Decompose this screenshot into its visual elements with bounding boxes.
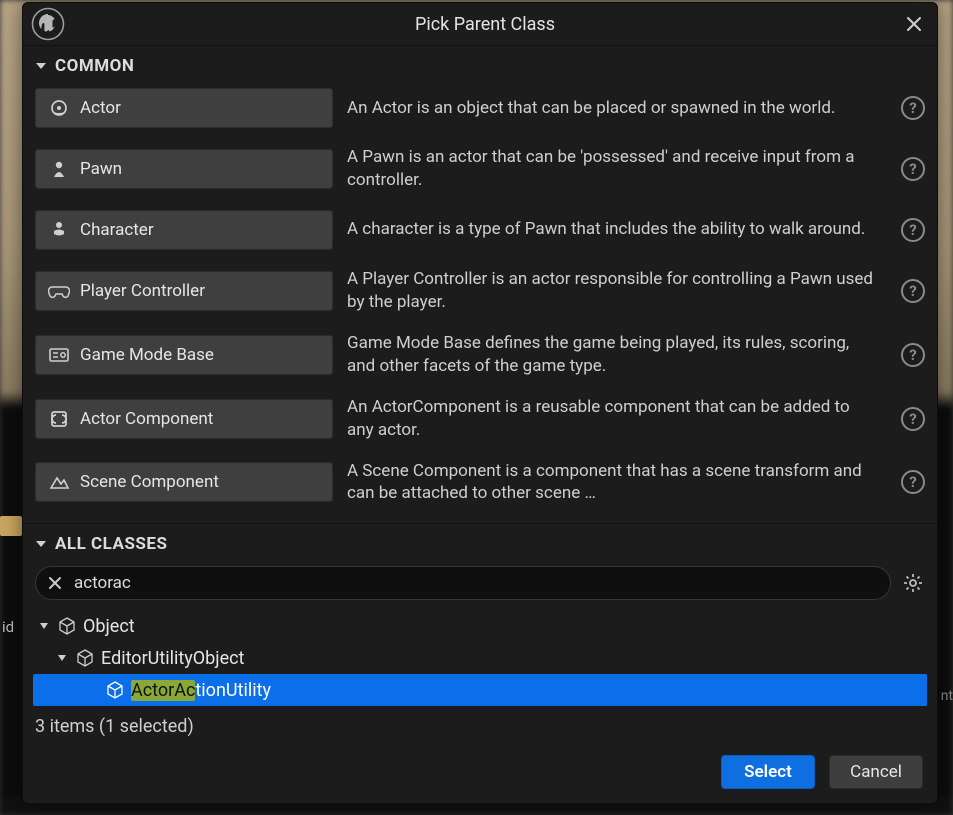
help-button[interactable]: ? <box>901 218 925 242</box>
common-row-game-mode-base: Game Mode Base Game Mode Base defines th… <box>35 332 925 378</box>
class-description: Game Mode Base defines the game being pl… <box>347 332 887 378</box>
gear-icon <box>903 573 923 593</box>
common-row-actor: Actor An Actor is an object that can be … <box>35 88 925 128</box>
match-highlight: ActorAc <box>131 680 195 701</box>
class-button-scene-component[interactable]: Scene Component <box>35 462 333 502</box>
tree-item-label: Object <box>83 616 135 637</box>
class-button-actor[interactable]: Actor <box>35 88 333 128</box>
editor-back-text: nt <box>941 688 953 704</box>
dialog-title: Pick Parent Class <box>69 14 901 35</box>
class-label: Pawn <box>80 159 122 179</box>
common-row-character: Character A character is a type of Pawn … <box>35 210 925 250</box>
search-row <box>33 562 927 608</box>
expander-icon[interactable] <box>37 619 51 633</box>
common-classes-list: Actor An Actor is an object that can be … <box>23 84 937 524</box>
tree-item-actor-action-utility[interactable]: ActorActionUtility <box>33 674 927 706</box>
expander-spacer <box>85 683 99 697</box>
class-button-game-mode-base[interactable]: Game Mode Base <box>35 335 333 375</box>
search-input[interactable] <box>74 573 880 593</box>
chevron-down-icon <box>35 538 47 550</box>
help-button[interactable]: ? <box>901 157 925 181</box>
editor-back-text: id <box>2 618 14 636</box>
class-label: Player Controller <box>80 281 205 301</box>
class-label: Character <box>80 220 154 240</box>
common-row-pawn: Pawn A Pawn is an actor that can be 'pos… <box>35 146 925 192</box>
help-button[interactable]: ? <box>901 407 925 431</box>
class-description: An Actor is an object that can be placed… <box>347 97 887 120</box>
help-button[interactable]: ? <box>901 96 925 120</box>
cancel-button[interactable]: Cancel <box>829 755 923 789</box>
tree-status: 3 items (1 selected) <box>33 710 927 737</box>
class-label: Game Mode Base <box>80 345 214 365</box>
section-all-classes-header[interactable]: ALL CLASSES <box>23 524 937 562</box>
search-settings-button[interactable] <box>901 571 925 595</box>
actor-icon <box>48 97 70 119</box>
tree-item-label: EditorUtilityObject <box>101 648 244 669</box>
close-button[interactable] <box>901 11 927 37</box>
class-label: Actor Component <box>80 409 213 429</box>
class-button-player-controller[interactable]: Player Controller <box>35 271 333 311</box>
tree-item-label: ActorActionUtility <box>131 680 271 701</box>
class-label: Actor <box>80 98 121 118</box>
cube-icon <box>57 616 77 636</box>
class-description: A Pawn is an actor that can be 'possesse… <box>347 146 887 192</box>
help-button[interactable]: ? <box>901 279 925 303</box>
section-common-label: COMMON <box>55 56 134 76</box>
common-row-player-controller: Player Controller A Player Controller is… <box>35 268 925 314</box>
clear-search-button[interactable] <box>46 574 64 592</box>
section-common-header[interactable]: COMMON <box>23 46 937 84</box>
expander-icon[interactable] <box>55 651 69 665</box>
class-description: A character is a type of Pawn that inclu… <box>347 218 887 241</box>
background-accent <box>0 516 22 536</box>
tree-item-editor-utility-object[interactable]: EditorUtilityObject <box>33 642 927 674</box>
cube-icon <box>75 648 95 668</box>
class-button-actor-component[interactable]: Actor Component <box>35 399 333 439</box>
chevron-down-icon <box>35 60 47 72</box>
class-button-pawn[interactable]: Pawn <box>35 149 333 189</box>
unreal-logo-icon <box>27 3 69 45</box>
select-button[interactable]: Select <box>721 755 815 789</box>
tree-item-object[interactable]: Object <box>33 610 927 642</box>
help-button[interactable]: ? <box>901 470 925 494</box>
class-button-character[interactable]: Character <box>35 210 333 250</box>
titlebar: Pick Parent Class <box>23 3 937 46</box>
close-icon <box>906 16 922 32</box>
common-row-actor-component: Actor Component An ActorComponent is a r… <box>35 396 925 442</box>
class-tree: Object EditorUtilityObject ActorActionUt… <box>33 608 927 710</box>
search-field[interactable] <box>35 566 891 600</box>
class-description: A Player Controller is an actor responsi… <box>347 268 887 314</box>
dialog-footer: Select Cancel <box>23 737 937 803</box>
all-classes-panel: Object EditorUtilityObject ActorActionUt… <box>23 562 937 737</box>
pick-parent-class-dialog: Pick Parent Class COMMON Actor An Actor … <box>22 2 938 804</box>
class-description: An ActorComponent is a reusable componen… <box>347 396 887 442</box>
close-icon <box>48 576 62 590</box>
common-row-scene-component: Scene Component A Scene Component is a c… <box>35 460 925 506</box>
cube-icon <box>105 680 125 700</box>
actor-component-icon <box>48 408 70 430</box>
game-mode-icon <box>48 344 70 366</box>
help-button[interactable]: ? <box>901 343 925 367</box>
gamepad-icon <box>48 280 70 302</box>
pawn-icon <box>48 158 70 180</box>
section-all-classes-label: ALL CLASSES <box>55 534 167 554</box>
character-icon <box>48 219 70 241</box>
class-label: Scene Component <box>80 472 219 492</box>
scene-component-icon <box>48 471 70 493</box>
class-description: A Scene Component is a component that ha… <box>347 460 887 506</box>
